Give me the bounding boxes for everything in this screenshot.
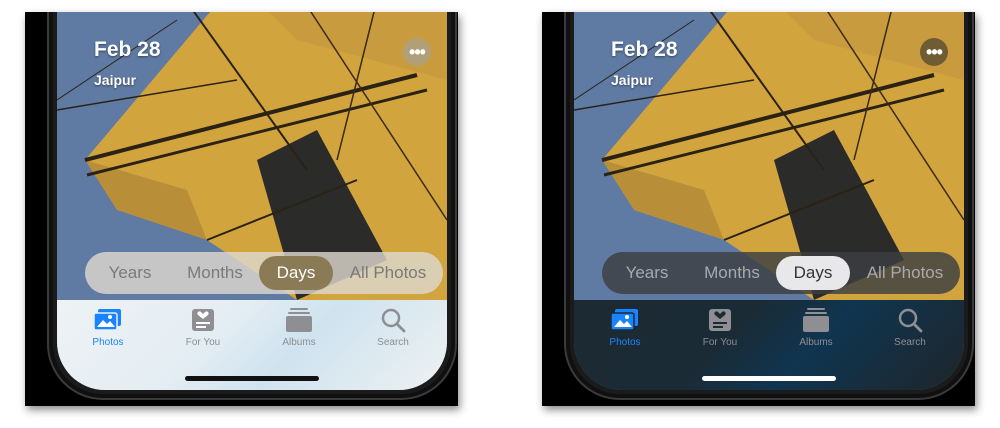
phone-screen: Feb 28 Jaipur ••• Years Months Days All … [57, 12, 447, 390]
tab-search[interactable]: Search [358, 306, 428, 356]
albums-icon [800, 306, 832, 334]
tab-photos[interactable]: Photos [73, 306, 143, 356]
tab-albums[interactable]: Albums [781, 306, 851, 356]
tab-label: Photos [609, 337, 641, 348]
home-indicator[interactable] [702, 376, 836, 381]
view-segmented-control: Years Months Days All Photos [85, 252, 443, 294]
segment-all-photos[interactable]: All Photos [333, 256, 443, 290]
search-icon [894, 306, 926, 334]
phone-screen: Feb 28 Jaipur ••• Years Months Days All … [574, 12, 964, 390]
tab-search[interactable]: Search [875, 306, 945, 356]
tab-for-you[interactable]: For You [168, 306, 238, 356]
tab-for-you[interactable]: For You [685, 306, 755, 356]
dark-mode-screenshot: Feb 28 Jaipur ••• Years Months Days All … [542, 12, 975, 406]
tab-label: Search [894, 337, 926, 348]
segment-days[interactable]: Days [259, 256, 333, 290]
segment-days[interactable]: Days [776, 256, 850, 290]
ellipsis-icon[interactable]: ••• [920, 38, 948, 66]
view-segmented-control: Years Months Days All Photos [602, 252, 960, 294]
phone-frame: Feb 28 Jaipur ••• Years Months Days All … [564, 12, 974, 400]
tab-albums[interactable]: Albums [264, 306, 334, 356]
photos-icon [92, 306, 124, 334]
for-you-icon [187, 306, 219, 334]
tab-label: For You [702, 337, 738, 348]
tab-label: For You [185, 337, 221, 348]
albums-icon [283, 306, 315, 334]
tab-label: Albums [799, 337, 833, 348]
home-indicator[interactable] [185, 376, 319, 381]
segment-months[interactable]: Months [171, 256, 259, 290]
segment-all-photos[interactable]: All Photos [850, 256, 960, 290]
search-icon [377, 306, 409, 334]
tab-label: Search [377, 337, 409, 348]
tab-label: Albums [282, 337, 316, 348]
date-title: Feb 28 [94, 38, 161, 61]
for-you-icon [704, 306, 736, 334]
location-subtitle: Jaipur [94, 72, 137, 88]
location-subtitle: Jaipur [611, 72, 654, 88]
tab-label: Photos [92, 337, 124, 348]
segment-months[interactable]: Months [688, 256, 776, 290]
phone-frame: Feb 28 Jaipur ••• Years Months Days All … [47, 12, 457, 400]
segment-years[interactable]: Years [606, 256, 688, 290]
ellipsis-icon[interactable]: ••• [403, 38, 431, 66]
light-mode-screenshot: Feb 28 Jaipur ••• Years Months Days All … [25, 12, 458, 406]
date-title: Feb 28 [611, 38, 678, 61]
segment-years[interactable]: Years [89, 256, 171, 290]
tab-photos[interactable]: Photos [590, 306, 660, 356]
photos-icon [609, 306, 641, 334]
